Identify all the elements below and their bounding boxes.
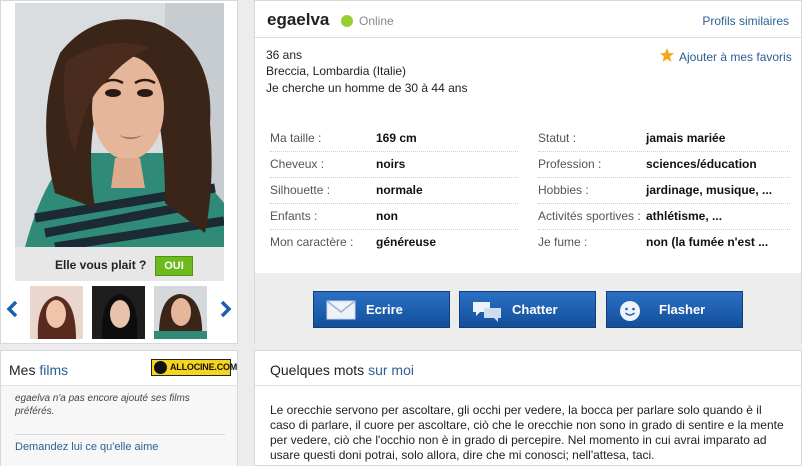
attribute-value: noirs xyxy=(376,157,406,171)
about-text: Le orecchie servono per ascoltare, gli o… xyxy=(270,403,784,462)
allocine-logo-text: ALLOCINE.COM xyxy=(170,362,238,372)
chevron-right-icon[interactable] xyxy=(219,299,233,319)
smiley-icon xyxy=(620,301,640,321)
header-divider xyxy=(255,37,801,38)
attribute-row: Activités sportives : athlétisme, ... xyxy=(538,204,790,230)
attribute-row: Silhouette : normale xyxy=(270,178,518,204)
allocine-logo[interactable]: ALLOCINE.COM xyxy=(151,359,237,376)
chat-button[interactable]: Chatter xyxy=(459,291,596,328)
attribute-label: Mon caractère : xyxy=(270,235,354,249)
write-button-label: Ecrire xyxy=(366,302,403,317)
attribute-label: Statut : xyxy=(538,131,577,145)
online-status-label: Online xyxy=(359,14,394,28)
attribute-value: généreuse xyxy=(376,235,437,249)
chat-button-label: Chatter xyxy=(512,302,558,317)
attribute-value: non (la fumée n'est ... xyxy=(646,235,769,249)
write-button[interactable]: Ecrire xyxy=(313,291,450,328)
attribute-label: Silhouette : xyxy=(270,183,331,197)
about-title: Quelques mots sur moi xyxy=(270,362,414,378)
attribute-value: 169 cm xyxy=(376,131,417,145)
attribute-label: Activités sportives : xyxy=(538,209,641,223)
envelope-icon xyxy=(326,300,356,320)
photo-panel: Elle vous plait ? OUI xyxy=(0,0,238,344)
attribute-label: Enfants : xyxy=(270,209,318,223)
attribute-value: non xyxy=(376,209,398,223)
seeking-text: Je cherche un homme de 30 à 44 ans xyxy=(266,81,468,95)
main-profile-photo[interactable] xyxy=(15,3,224,247)
attribute-label: Ma taille : xyxy=(270,131,322,145)
location-text: Breccia, Lombardia (Italie) xyxy=(266,64,407,78)
like-bar: Elle vous plait ? OUI xyxy=(15,247,224,281)
films-panel: Mes films ALLOCINE.COM egaelva n'a pas e… xyxy=(0,350,238,466)
attribute-row: Hobbies : jardinage, musique, ... xyxy=(538,178,790,204)
flash-button-label: Flasher xyxy=(659,302,706,317)
films-empty-text: egaelva n'a pas encore ajouté ses films … xyxy=(15,393,190,417)
attribute-row: Profession : sciences/éducation xyxy=(538,152,790,178)
attribute-label: Je fume : xyxy=(538,235,588,249)
similar-profiles-link[interactable]: Profils similaires xyxy=(702,14,789,28)
attribute-label: Hobbies : xyxy=(538,183,589,197)
allocine-circle-icon xyxy=(154,361,167,374)
online-status-icon xyxy=(341,15,353,27)
profile-panel: egaelva Online Profils similaires 36 ans… xyxy=(254,0,802,345)
about-panel: Quelques mots sur moi Le orecchie servon… xyxy=(254,350,802,466)
films-divider xyxy=(15,434,225,435)
attribute-value: sciences/éducation xyxy=(646,157,757,171)
attribute-value: normale xyxy=(376,183,423,197)
attribute-row: Mon caractère : généreuse xyxy=(270,230,518,256)
films-title-highlight: films xyxy=(39,362,69,378)
attribute-row: Enfants : non xyxy=(270,204,518,230)
chat-bubbles-icon xyxy=(473,302,501,322)
attribute-row: Statut : jamais mariée xyxy=(538,126,790,152)
photo-thumbnail[interactable] xyxy=(154,286,207,339)
about-title-prefix: Quelques mots xyxy=(270,362,369,378)
like-yes-button[interactable]: OUI xyxy=(155,256,193,276)
films-title-prefix: Mes xyxy=(9,362,40,378)
films-title: Mes films xyxy=(9,362,68,378)
username: egaelva xyxy=(267,10,330,29)
like-question: Elle vous plait ? xyxy=(55,258,147,272)
attribute-value: jamais mariée xyxy=(646,131,726,145)
about-title-highlight: sur moi xyxy=(368,362,414,378)
about-divider xyxy=(255,385,801,386)
attribute-row: Ma taille : 169 cm xyxy=(270,126,518,152)
photo-thumbnail[interactable] xyxy=(92,286,145,339)
photo-thumbnail[interactable] xyxy=(30,286,83,339)
attribute-row: Cheveux : noirs xyxy=(270,152,518,178)
star-icon[interactable] xyxy=(659,47,675,63)
ask-preferences-link[interactable]: Demandez lui ce qu'elle aime xyxy=(15,441,158,453)
flash-button[interactable]: Flasher xyxy=(606,291,743,328)
attribute-value: athlétisme, ... xyxy=(646,209,723,223)
add-favorite-link[interactable]: Ajouter à mes favoris xyxy=(679,50,792,64)
attribute-label: Cheveux : xyxy=(270,157,325,171)
actions-area: Ecrire Chatter Flasher xyxy=(255,273,801,345)
age-text: 36 ans xyxy=(266,48,303,62)
attribute-label: Profession : xyxy=(538,157,602,171)
attribute-value: jardinage, musique, ... xyxy=(646,183,773,197)
attribute-row: Je fume : non (la fumée n'est ... xyxy=(538,230,790,256)
films-body: egaelva n'a pas encore ajouté ses films … xyxy=(1,385,237,466)
chevron-left-icon[interactable] xyxy=(5,299,19,319)
